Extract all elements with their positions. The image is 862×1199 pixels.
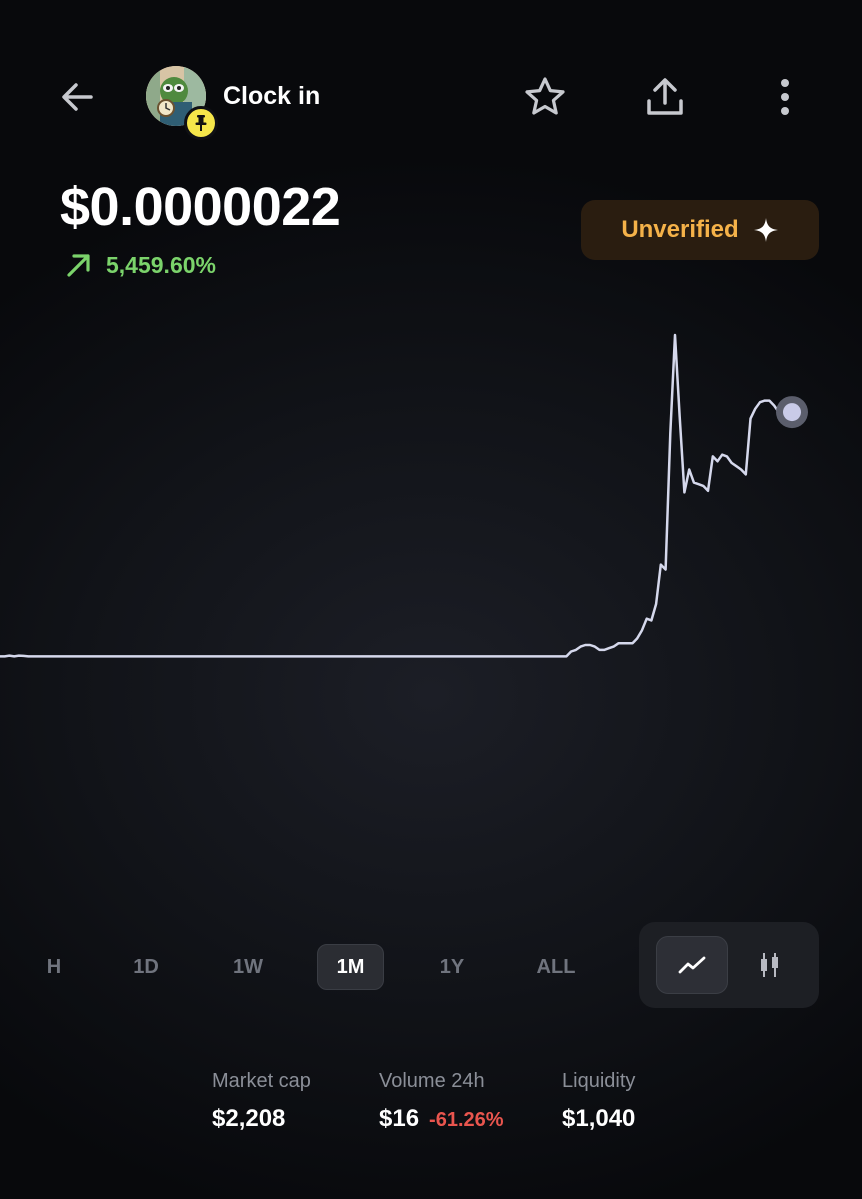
- timeframe-1y[interactable]: 1Y: [424, 944, 480, 990]
- pin-badge: [184, 106, 218, 140]
- volume-24h-label: Volume 24h: [379, 1070, 485, 1092]
- timeframe-1w[interactable]: 1W: [220, 944, 276, 990]
- back-button[interactable]: [50, 72, 104, 122]
- token-price: $0.0000022: [60, 177, 341, 237]
- price-chart[interactable]: [0, 320, 862, 720]
- candlestick-icon: [761, 953, 778, 977]
- volume-24h-change: -61.26%: [429, 1109, 504, 1131]
- timeframe-1d[interactable]: 1D: [118, 944, 174, 990]
- stat-liquidity: Liquidity $1,040: [562, 1070, 635, 1133]
- arrow-up-right-icon: [67, 254, 90, 277]
- timeframe-all[interactable]: ALL: [526, 944, 586, 990]
- price-change-percent: 5,459.60%: [106, 251, 216, 278]
- timeframe-h[interactable]: H: [36, 944, 72, 990]
- market-cap-label: Market cap: [212, 1070, 311, 1092]
- timeframe-1m[interactable]: 1M: [317, 944, 384, 990]
- line-chart-icon: [678, 956, 706, 974]
- candlestick-chart-button[interactable]: [740, 936, 800, 994]
- arrow-left-icon: [62, 83, 93, 111]
- liquidity-label: Liquidity: [562, 1070, 636, 1092]
- sparkle-icon: [753, 218, 778, 242]
- liquidity-value: $1,040: [562, 1105, 636, 1132]
- market-cap-value: $2,208: [212, 1105, 286, 1132]
- line-chart-button[interactable]: [656, 936, 728, 994]
- star-icon: [525, 77, 565, 115]
- stat-market-cap: Market cap $2,208: [212, 1070, 311, 1133]
- stat-volume-24h: Volume 24h $16 -61.26%: [379, 1070, 504, 1133]
- price-change: 5,459.60%: [64, 250, 216, 280]
- current-price-dot: [783, 403, 801, 422]
- token-name: Clock in: [223, 82, 321, 110]
- price-line: [0, 333, 793, 658]
- unverified-badge[interactable]: Unverified: [581, 200, 819, 260]
- more-vertical-icon: [781, 79, 789, 115]
- favorite-button[interactable]: [520, 72, 570, 122]
- more-options-button[interactable]: [765, 72, 805, 122]
- unverified-label: Unverified: [621, 216, 739, 243]
- volume-24h-value: $16: [379, 1105, 420, 1132]
- pin-icon: [195, 115, 207, 131]
- share-icon: [647, 78, 683, 115]
- share-button[interactable]: [640, 72, 690, 122]
